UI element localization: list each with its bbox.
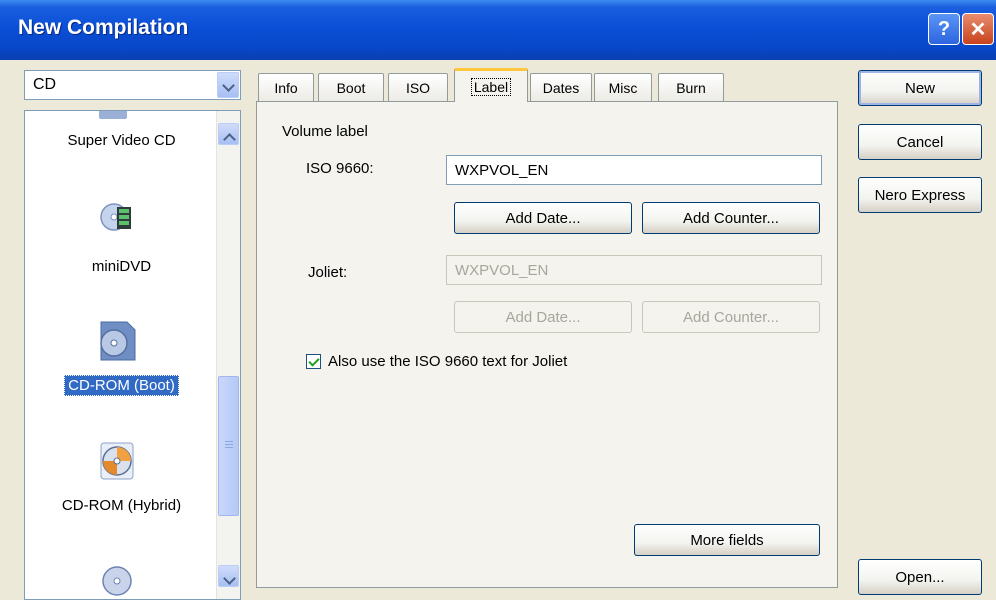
tab-boot[interactable]: Boot	[318, 73, 384, 101]
close-icon: ✕	[969, 18, 987, 41]
disc-type-dropdown[interactable]: CD	[24, 70, 241, 100]
scroll-up-button[interactable]	[218, 123, 239, 146]
tab-label: Dates	[542, 79, 580, 96]
dropdown-arrow-button[interactable]	[217, 72, 239, 98]
add-counter-button[interactable]: Add Counter...	[642, 202, 820, 234]
grip-line	[225, 444, 233, 445]
tab-misc[interactable]: Misc	[594, 73, 652, 101]
chevron-down-icon	[223, 572, 236, 585]
list-item-minidvd[interactable]: miniDVD	[25, 257, 218, 276]
list-item-label-selected: CD-ROM (Boot)	[64, 375, 179, 396]
close-button[interactable]: ✕	[962, 13, 994, 45]
volume-label-heading: Volume label	[282, 123, 368, 140]
nero-express-button[interactable]: Nero Express	[858, 177, 982, 213]
tab-iso[interactable]: ISO	[388, 73, 448, 101]
list-item-cd-rom-hybrid[interactable]: CD-ROM (Hybrid)	[25, 496, 218, 515]
iso-9660-input[interactable]: WXPVOL_EN	[446, 155, 822, 185]
chevron-up-icon	[223, 133, 236, 146]
cd-rom-boot-icon	[100, 321, 136, 361]
tab-label: Misc	[608, 79, 638, 96]
cancel-button[interactable]: Cancel	[858, 124, 982, 160]
checkmark-icon	[308, 355, 320, 367]
tab-dates[interactable]: Dates	[530, 73, 592, 101]
partial-disc-icon	[99, 111, 127, 119]
list-item-cd-rom-boot[interactable]: CD-ROM (Boot)	[25, 375, 218, 396]
tab-label-text: Label	[470, 77, 512, 96]
joliet-input[interactable]: WXPVOL_EN	[446, 255, 822, 285]
scroll-down-button[interactable]	[218, 565, 239, 587]
compilation-type-list[interactable]: Super Video CD miniDVD CD-ROM (Boot) CD-…	[24, 110, 241, 600]
minidvd-icon	[100, 203, 131, 231]
iso-9660-label: ISO 9660:	[306, 160, 374, 177]
disc-type-value: CD	[33, 76, 57, 93]
joliet-add-counter-button[interactable]: Add Counter...	[642, 301, 820, 333]
tab-label: Info	[274, 79, 298, 96]
tab-label[interactable]: Label	[454, 68, 528, 102]
tab-label: Boot	[336, 79, 366, 96]
window-title: New Compilation	[18, 16, 189, 39]
chevron-down-icon	[222, 79, 235, 92]
add-date-button[interactable]: Add Date...	[454, 202, 632, 234]
grip-line	[225, 441, 233, 442]
joliet-label: Joliet:	[308, 264, 348, 281]
tab-info[interactable]: Info	[258, 73, 314, 101]
scroll-thumb[interactable]	[218, 376, 239, 516]
partial-disc-icon	[102, 566, 132, 596]
tab-burn[interactable]: Burn	[658, 73, 724, 101]
tab-label: ISO	[405, 79, 431, 96]
help-button[interactable]: ?	[928, 13, 960, 45]
grip-line	[225, 447, 233, 448]
new-button[interactable]: New	[858, 70, 982, 106]
list-scrollbar[interactable]	[216, 111, 240, 599]
more-fields-button[interactable]: More fields	[634, 524, 820, 556]
list-item-label: miniDVD	[91, 258, 152, 275]
joliet-add-date-button[interactable]: Add Date...	[454, 301, 632, 333]
open-button[interactable]: Open...	[858, 559, 982, 595]
also-use-iso-label[interactable]: Also use the ISO 9660 text for Joliet	[328, 353, 567, 370]
title-bar: New Compilation ? ✕	[0, 0, 996, 60]
new-compilation-dialog: New Compilation ? ✕ CD Super Video CD mi…	[0, 0, 996, 600]
list-item-super-video-cd[interactable]: Super Video CD	[25, 131, 218, 150]
cd-rom-hybrid-icon	[100, 442, 134, 480]
also-use-iso-checkbox[interactable]	[306, 354, 321, 369]
tab-label: Burn	[676, 79, 706, 96]
list-item-label: CD-ROM (Hybrid)	[61, 497, 182, 514]
list-item-label: Super Video CD	[67, 132, 176, 149]
